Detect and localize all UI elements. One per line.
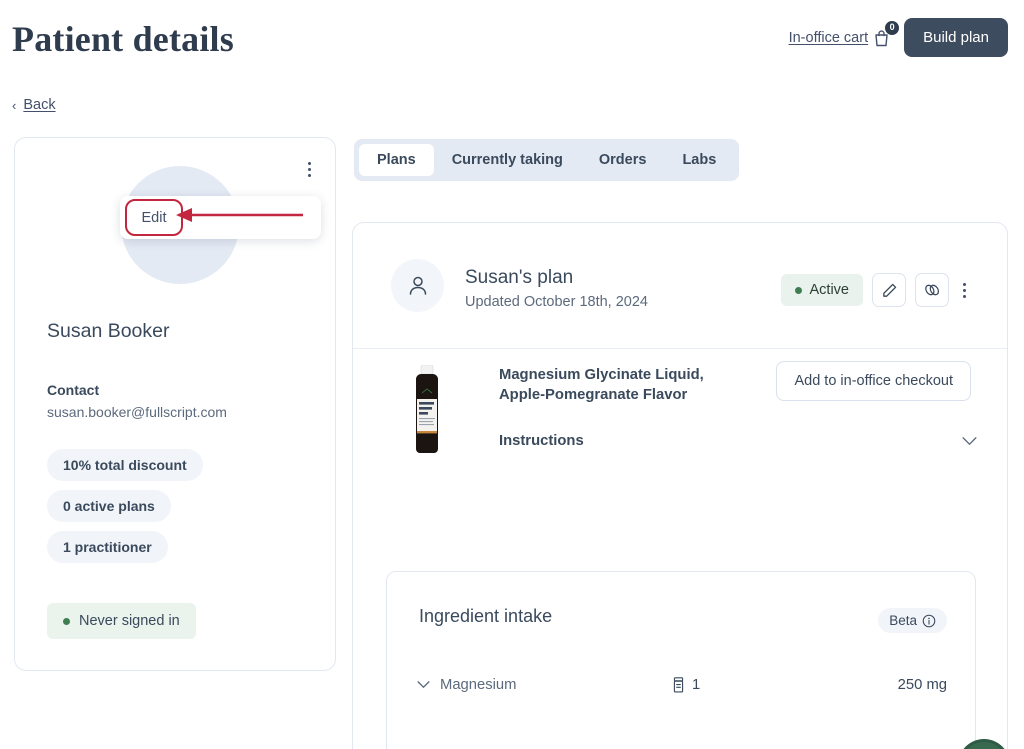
contact-email: susan.booker@fullscript.com xyxy=(47,404,227,420)
patient-card-menu-button[interactable] xyxy=(306,160,313,179)
ingredient-count-value: 1 xyxy=(692,677,701,693)
cart-count-badge: 0 xyxy=(885,20,900,35)
signin-status-badge: Never signed in xyxy=(47,603,196,639)
ingredient-amount: 250 mg xyxy=(897,677,947,693)
kebab-dot xyxy=(963,294,966,298)
chevron-left-icon: ‹ xyxy=(12,97,17,113)
tab-currently-taking[interactable]: Currently taking xyxy=(434,144,581,176)
patient-name: Susan Booker xyxy=(47,320,170,342)
plan-updated-date: Updated October 18th, 2024 xyxy=(465,294,648,310)
status-dot-icon xyxy=(794,286,802,294)
add-to-in-office-checkout-button[interactable]: Add to in-office checkout xyxy=(776,361,971,401)
plan-status-label: Active xyxy=(809,282,850,298)
status-dot-icon xyxy=(63,617,70,625)
build-plan-button[interactable]: Build plan xyxy=(904,18,1008,57)
kebab-dot xyxy=(963,282,966,286)
tab-labs[interactable]: Labs xyxy=(664,144,734,176)
patient-tabs: Plans Currently taking Orders Labs xyxy=(354,139,740,181)
in-office-cart-label: In-office cart xyxy=(788,29,869,46)
patient-details-page: Patient details In-office cart 0 Build p… xyxy=(0,0,1024,749)
copy-link-button[interactable] xyxy=(915,273,949,307)
beta-label: Beta xyxy=(889,613,917,628)
plan-card: Susan's plan Updated October 18th, 2024 … xyxy=(352,222,1008,749)
kebab-dot xyxy=(308,162,311,165)
ingredient-intake-title: Ingredient intake xyxy=(419,606,553,626)
tab-orders[interactable]: Orders xyxy=(581,144,665,176)
chip-active-plans: 0 active plans xyxy=(47,490,171,522)
expand-ingredient-icon[interactable] xyxy=(417,681,430,689)
plan-action-group: Active xyxy=(780,273,972,307)
plan-header: Susan's plan Updated October 18th, 2024 … xyxy=(353,223,1007,349)
pencil-icon xyxy=(882,283,896,297)
info-icon xyxy=(922,614,936,627)
patient-stat-chips: 10% total discount 0 active plans 1 prac… xyxy=(47,449,203,563)
product-row: Magnesium Glycinate Liquid, Apple-Pomegr… xyxy=(353,349,1007,467)
plan-status-badge: Active xyxy=(780,274,863,306)
back-link[interactable]: ‹ Back xyxy=(12,97,56,113)
plan-person-icon xyxy=(391,259,444,312)
link-icon xyxy=(925,284,940,296)
plan-title: Susan's plan xyxy=(465,267,574,288)
kebab-dot xyxy=(308,174,311,177)
edit-plan-button[interactable] xyxy=(872,273,906,307)
chip-total-discount: 10% total discount xyxy=(47,449,203,481)
product-name: Magnesium Glycinate Liquid, Apple-Pomegr… xyxy=(499,367,704,403)
beta-badge: Beta xyxy=(878,608,947,633)
in-office-cart-link[interactable]: In-office cart 0 xyxy=(788,20,900,47)
chip-practitioner: 1 practitioner xyxy=(47,531,168,563)
plan-more-menu-button[interactable] xyxy=(958,281,971,300)
ingredient-name: Magnesium xyxy=(440,677,517,693)
ingredient-dose-count: 1 xyxy=(672,677,898,693)
contact-label: Contact xyxy=(47,382,100,398)
header-actions: In-office cart 0 Build plan xyxy=(789,18,1008,57)
pill-bottle-icon xyxy=(673,677,684,693)
annotation-arrow xyxy=(176,208,303,222)
tab-plans[interactable]: Plans xyxy=(359,144,434,176)
kebab-dot xyxy=(963,288,966,292)
page-title: Patient details xyxy=(12,19,234,59)
ingredient-intake-card: Ingredient intake Beta Magnesium 1 250 m… xyxy=(386,571,976,749)
ingredient-row: Magnesium 1 250 mg xyxy=(417,677,947,693)
instructions-label: Instructions xyxy=(499,433,584,449)
product-bottle-image xyxy=(416,365,438,453)
kebab-dot xyxy=(308,168,311,171)
back-label: Back xyxy=(23,97,56,113)
shopping-bag-icon: 0 xyxy=(873,20,900,47)
signin-status-label: Never signed in xyxy=(79,613,180,629)
instructions-toggle[interactable]: Instructions xyxy=(499,433,977,449)
chevron-down-icon xyxy=(962,436,977,445)
